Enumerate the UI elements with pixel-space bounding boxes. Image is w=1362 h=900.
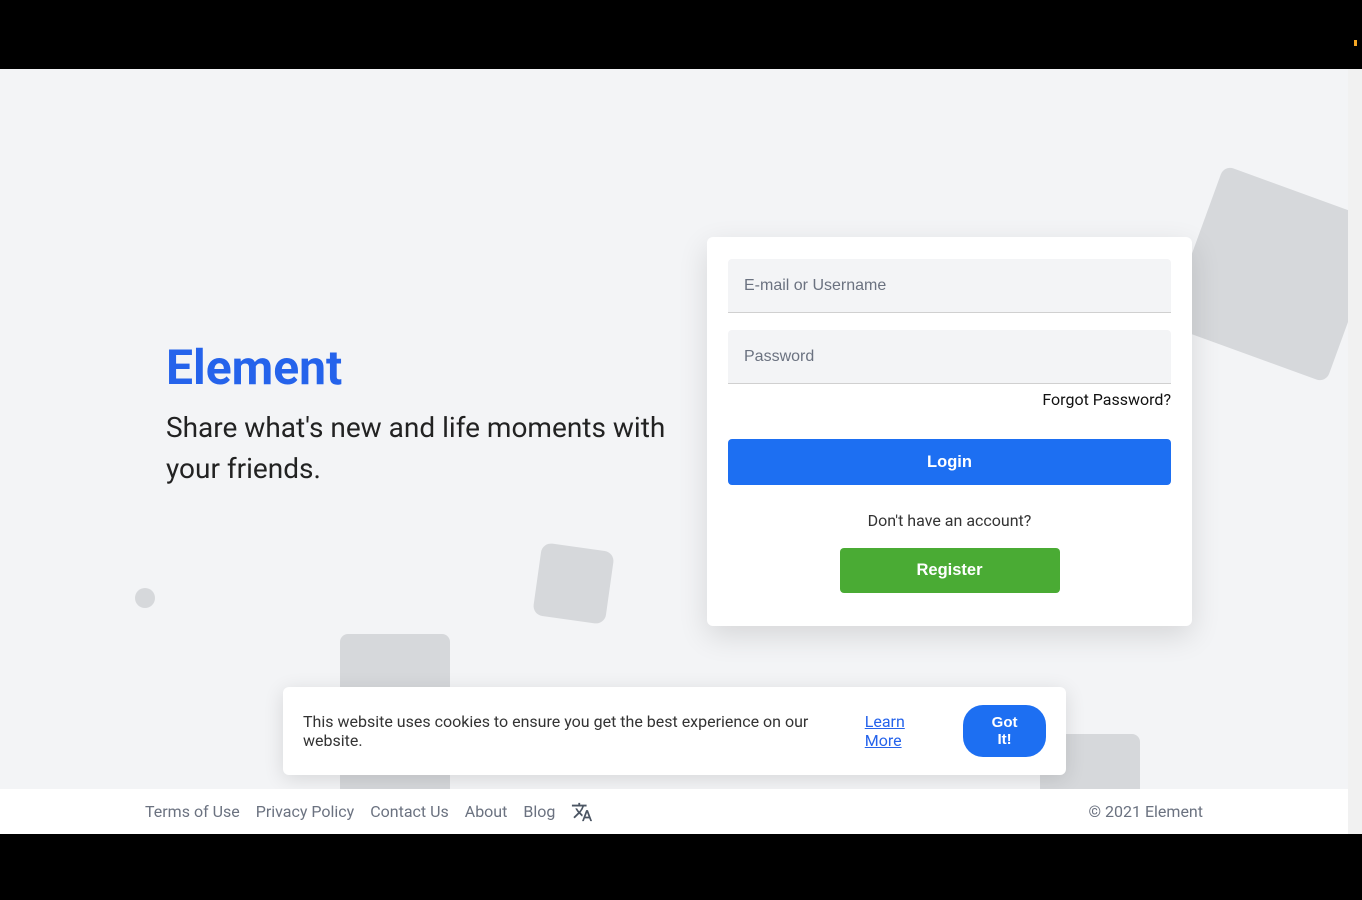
letterbox-top xyxy=(0,0,1362,69)
deco-circle xyxy=(135,588,155,608)
cookie-banner: This website uses cookies to ensure you … xyxy=(283,687,1066,775)
cookie-text: This website uses cookies to ensure you … xyxy=(303,712,855,750)
footer-links: Terms of Use Privacy Policy Contact Us A… xyxy=(145,801,593,823)
letterbox-bottom xyxy=(0,834,1362,900)
hero: Element Share what's new and life moment… xyxy=(166,339,666,489)
login-card: Forgot Password? Login Don't have an acc… xyxy=(707,237,1192,626)
cookie-learn-more-link[interactable]: Learn More xyxy=(865,712,943,750)
footer-link-blog[interactable]: Blog xyxy=(523,802,555,821)
brand-title: Element xyxy=(166,339,666,396)
scroll-marker xyxy=(1354,40,1357,46)
register-button[interactable]: Register xyxy=(840,548,1060,593)
footer-link-contact[interactable]: Contact Us xyxy=(370,802,449,821)
password-input[interactable] xyxy=(728,330,1171,384)
deco-square xyxy=(1166,165,1348,383)
brand-subtitle: Share what's new and life moments with y… xyxy=(166,408,666,489)
footer-link-terms[interactable]: Terms of Use xyxy=(145,802,240,821)
cookie-accept-button[interactable]: Got It! xyxy=(963,705,1046,757)
language-icon[interactable] xyxy=(571,801,593,823)
forgot-password-link[interactable]: Forgot Password? xyxy=(1042,390,1171,409)
scrollbar-track[interactable] xyxy=(1348,69,1362,834)
email-username-input[interactable] xyxy=(728,259,1171,313)
footer-link-about[interactable]: About xyxy=(465,802,508,821)
forgot-row: Forgot Password? xyxy=(728,390,1171,409)
page-container: Element Share what's new and life moment… xyxy=(0,69,1348,834)
login-button[interactable]: Login xyxy=(728,439,1171,485)
deco-square xyxy=(532,542,614,624)
footer-link-privacy[interactable]: Privacy Policy xyxy=(256,802,355,821)
footer: Terms of Use Privacy Policy Contact Us A… xyxy=(0,789,1348,834)
copyright-text: © 2021 Element xyxy=(1088,802,1203,821)
no-account-text: Don't have an account? xyxy=(728,511,1171,530)
